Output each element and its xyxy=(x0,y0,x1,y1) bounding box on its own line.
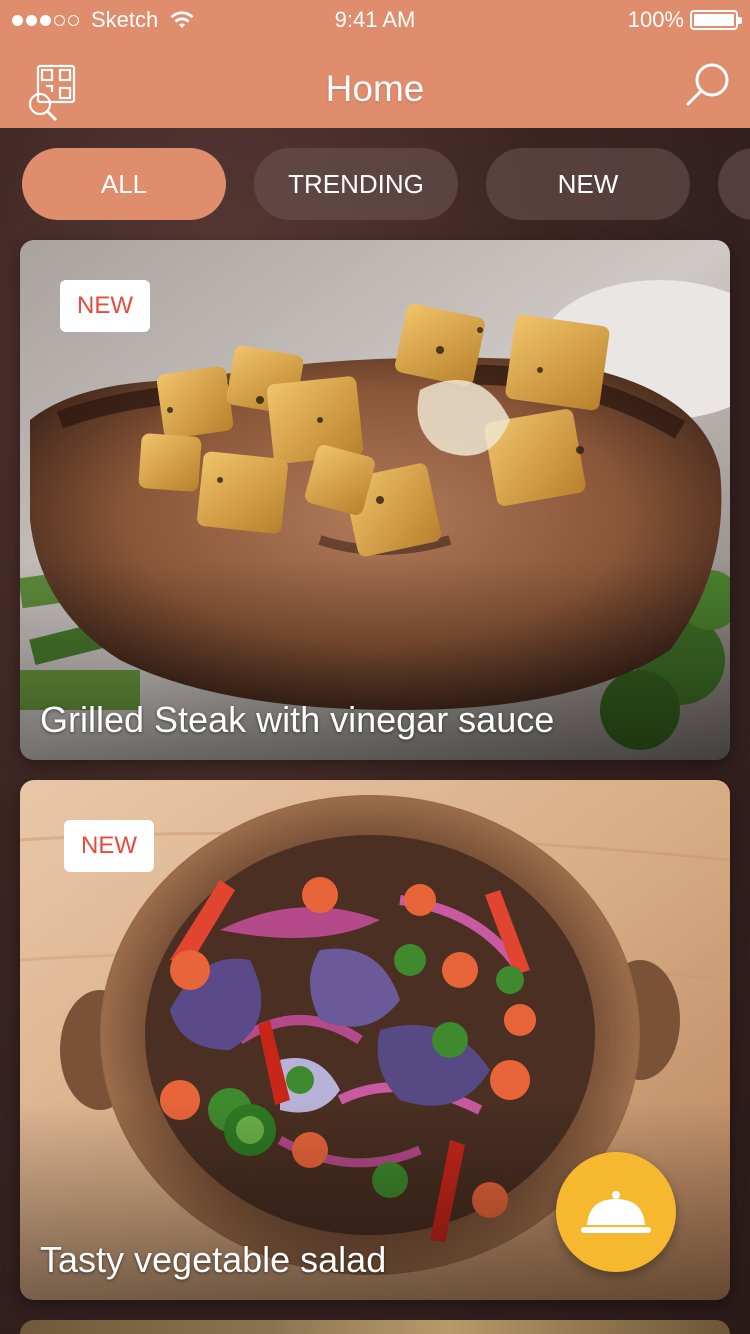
recipe-title: Grilled Steak with vinegar sauce xyxy=(40,699,555,740)
recipe-card-peek[interactable] xyxy=(20,1320,730,1334)
recipe-title: Tasty vegetable salad xyxy=(40,1239,387,1280)
tab-new[interactable]: NEW xyxy=(486,148,690,220)
recipe-card[interactable]: NEW Grilled Steak with vinegar sauce xyxy=(20,240,730,760)
page-title: Home xyxy=(325,68,425,109)
status-bar: Sketch 9:41 AM 100% xyxy=(0,0,750,40)
status-right: 100% xyxy=(627,0,742,40)
filter-tabs: ALL TRENDING NEW xyxy=(0,148,750,220)
tab-label: TRENDING xyxy=(288,168,424,199)
battery-fill xyxy=(694,14,734,26)
serving-cloche-icon xyxy=(581,1191,651,1233)
battery-icon xyxy=(690,10,742,30)
new-badge: NEW xyxy=(60,280,150,332)
serve-button[interactable] xyxy=(556,1152,676,1272)
new-badge: NEW xyxy=(64,820,154,872)
tab-label: NEW xyxy=(557,168,619,199)
battery-tip xyxy=(738,17,742,24)
search-icon[interactable] xyxy=(684,60,732,108)
tab-more[interactable] xyxy=(718,148,750,220)
tab-label: ALL xyxy=(100,168,148,199)
header-bar: Sketch 9:41 AM 100% Home xyxy=(0,0,750,128)
tab-trending[interactable]: TRENDING xyxy=(254,148,458,220)
tab-all[interactable]: ALL xyxy=(22,148,226,220)
battery-percent: 100% xyxy=(627,7,684,32)
